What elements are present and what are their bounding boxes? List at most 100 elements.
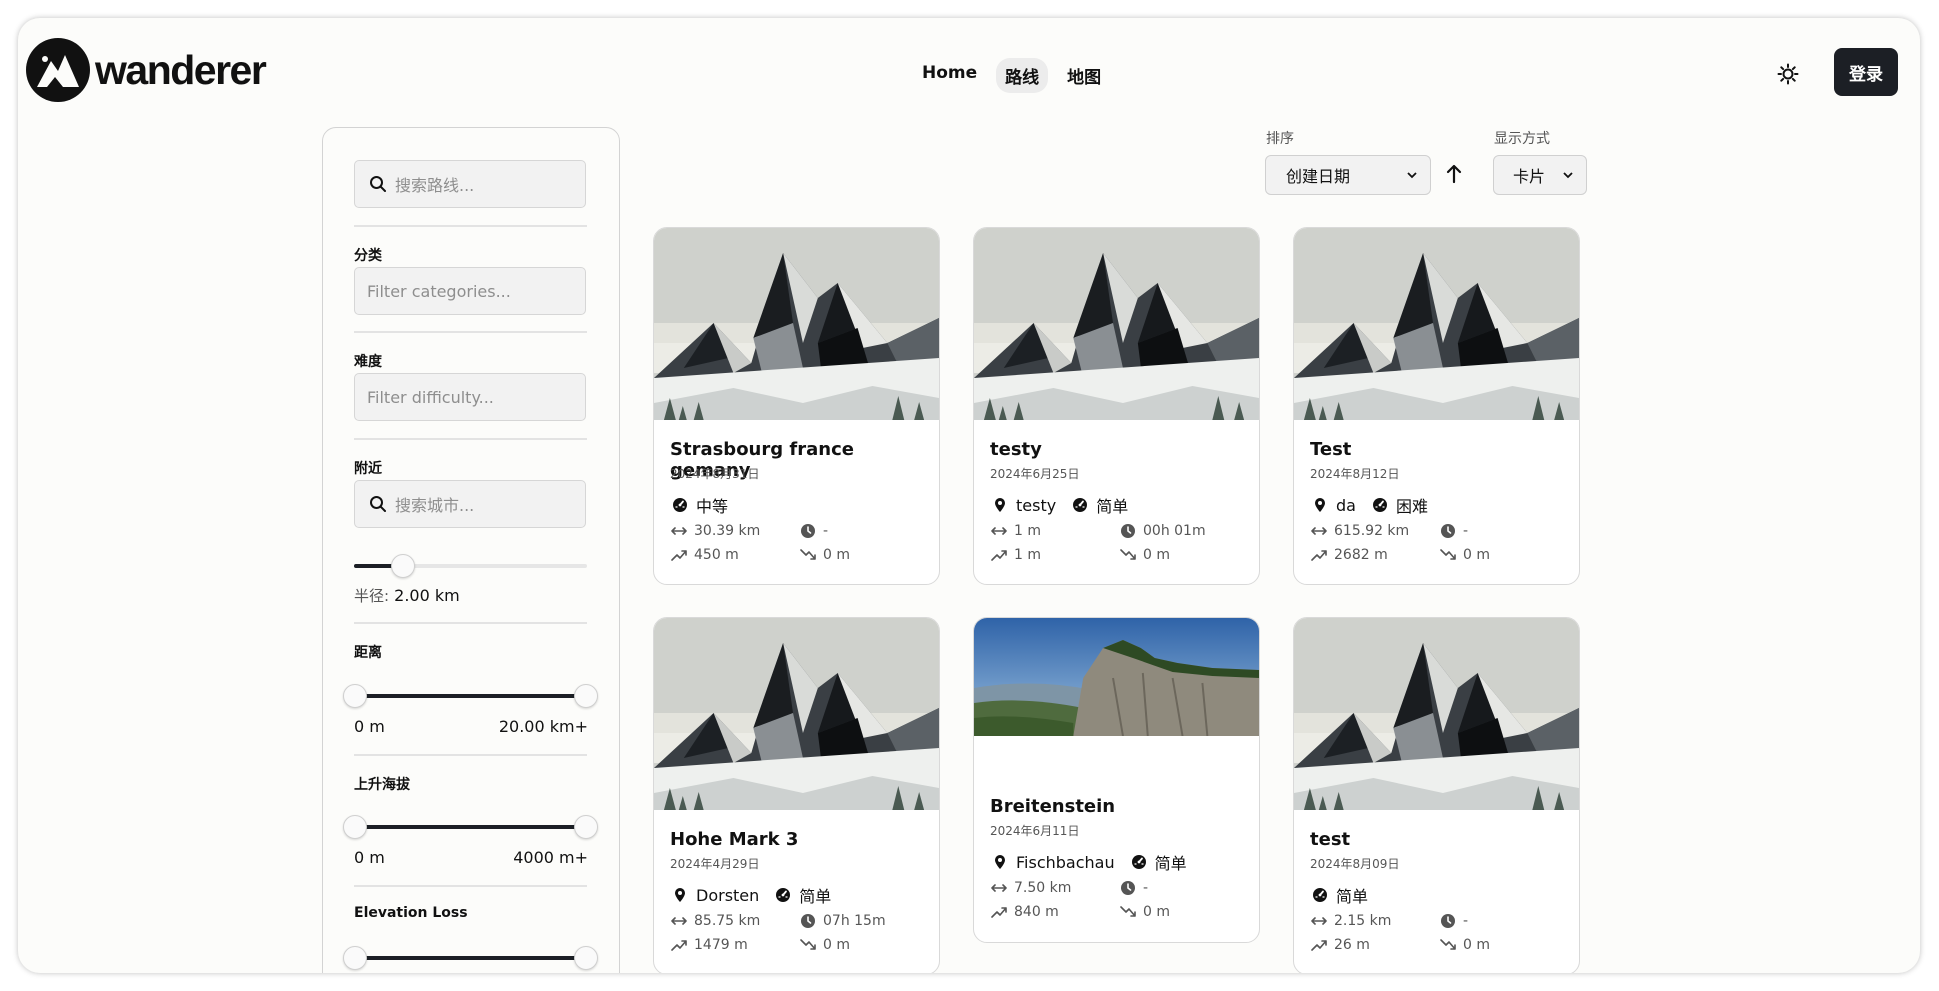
trail-difficulty: 困难 xyxy=(1395,497,1428,516)
difficulty-icon xyxy=(1129,852,1149,872)
distance-range-fill xyxy=(354,694,587,698)
elevation-loss-range-slider[interactable] xyxy=(343,946,598,970)
trail-loss-value: 0 m xyxy=(1463,547,1490,563)
sort-select[interactable]: 创建日期 xyxy=(1265,155,1431,195)
trail-loss: 0 m xyxy=(1439,937,1490,953)
category-filter-input[interactable]: Filter categories... xyxy=(354,267,586,315)
trail-image xyxy=(654,228,939,420)
city-search-input[interactable]: 搜索城市... xyxy=(354,480,586,528)
trending-up-icon xyxy=(1310,938,1328,952)
trail-loss: 0 m xyxy=(799,547,850,563)
logo-icon xyxy=(26,38,90,102)
trending-down-icon xyxy=(1439,938,1457,952)
difficulty-icon xyxy=(1370,495,1390,515)
location-pin-icon xyxy=(1310,495,1330,515)
trail-card[interactable]: Hohe Mark 3 2024年4月29日 Dorsten 简单 85.75 … xyxy=(653,617,940,973)
divider xyxy=(354,754,587,756)
location-pin-icon xyxy=(670,885,690,905)
trail-image xyxy=(974,228,1259,420)
trending-up-icon xyxy=(670,548,688,562)
distance-icon xyxy=(990,524,1008,538)
trail-distance: 85.75 km xyxy=(670,913,760,929)
trail-title: Hohe Mark 3 xyxy=(670,829,799,850)
trail-duration: 07h 15m xyxy=(799,913,886,929)
trail-difficulty: 简单 xyxy=(799,887,832,906)
arrow-up-icon[interactable] xyxy=(1443,163,1465,185)
trail-card[interactable]: Test 2024年8月12日 da 困难 615.92 km - 2682 m… xyxy=(1293,227,1580,585)
radius-slider-thumb[interactable] xyxy=(390,554,415,578)
trail-meta: testy 简单 xyxy=(990,493,1142,517)
nav-home[interactable]: Home xyxy=(913,58,986,93)
clock-icon xyxy=(1119,881,1137,895)
trail-meta: 简单 xyxy=(1310,883,1382,907)
trail-image xyxy=(1294,228,1579,420)
radius-readout: 半径: 2.00 km xyxy=(354,585,460,606)
distance-range-slider[interactable] xyxy=(343,684,598,708)
logo[interactable]: wanderer xyxy=(26,38,267,102)
trail-photo xyxy=(974,618,1259,736)
trending-down-icon xyxy=(1439,548,1457,562)
trail-distance-value: 30.39 km xyxy=(694,523,761,539)
city-search-placeholder: 搜索城市... xyxy=(395,496,475,515)
trail-distance: 1 m xyxy=(990,523,1041,539)
distance-min-thumb[interactable] xyxy=(343,684,367,708)
trail-distance-value: 615.92 km xyxy=(1334,523,1410,539)
trail-loss-value: 0 m xyxy=(1143,547,1170,563)
elevation-loss-min-thumb[interactable] xyxy=(343,946,367,970)
difficulty-icon xyxy=(773,885,793,905)
trail-gain: 26 m xyxy=(1310,937,1370,953)
distance-icon xyxy=(1310,914,1328,928)
radius-label: 半径: xyxy=(354,587,390,605)
radius-value: 2.00 km xyxy=(394,586,460,605)
trail-date: 2024年4月29日 xyxy=(670,857,760,871)
trail-gain: 2682 m xyxy=(1310,547,1388,563)
trail-loss-value: 0 m xyxy=(1143,904,1170,920)
elevation-gain-range-slider[interactable] xyxy=(343,815,598,839)
elevation-gain-min-thumb[interactable] xyxy=(343,815,367,839)
trail-gain-value: 1 m xyxy=(1014,547,1041,563)
trail-distance: 30.39 km xyxy=(670,523,760,539)
trail-meta: 中等 xyxy=(670,493,742,517)
trail-duration: - xyxy=(1119,880,1148,896)
distance-icon xyxy=(670,524,688,538)
trail-image xyxy=(654,618,939,810)
trail-gain-value: 2682 m xyxy=(1334,547,1388,563)
trail-location: testy xyxy=(1016,495,1057,515)
trail-date: 2024年6月11日 xyxy=(990,824,1080,838)
clock-icon xyxy=(1439,914,1457,928)
trending-up-icon xyxy=(670,938,688,952)
elevation-gain-max-thumb[interactable] xyxy=(574,815,598,839)
app-window: wanderer Home 路线 地图 登录 搜索路线... 分类 Filter… xyxy=(18,18,1920,973)
nearby-label: 附近 xyxy=(354,461,382,477)
nav-trails[interactable]: 路线 xyxy=(996,58,1049,93)
elevation-loss-max-thumb[interactable] xyxy=(574,946,598,970)
trail-search-input[interactable]: 搜索路线... xyxy=(354,160,586,208)
distance-max-thumb[interactable] xyxy=(574,684,598,708)
trending-down-icon xyxy=(799,938,817,952)
search-icon xyxy=(370,496,386,512)
radius-slider[interactable] xyxy=(354,554,587,578)
trail-card[interactable]: Strasbourg france gemany 2024年8月31日 中等 3… xyxy=(653,227,940,585)
trail-distance: 2.15 km xyxy=(1310,913,1391,929)
sun-icon[interactable] xyxy=(1772,58,1804,90)
trail-date: 2024年8月09日 xyxy=(1310,857,1400,871)
trail-card[interactable]: testy 2024年6月25日 testy 简单 1 m 00h 01m 1 … xyxy=(973,227,1260,585)
trail-card[interactable]: Breitenstein 2024年6月11日 Fischbachau 简单 7… xyxy=(973,617,1260,943)
nav-map[interactable]: 地图 xyxy=(1058,58,1110,93)
location-pin-icon xyxy=(990,852,1010,872)
trail-duration: - xyxy=(1439,913,1468,929)
trail-loss: 0 m xyxy=(1119,904,1170,920)
display-select[interactable]: 卡片 xyxy=(1493,155,1587,195)
difficulty-filter-input[interactable]: Filter difficulty... xyxy=(354,373,586,421)
login-button[interactable]: 登录 xyxy=(1834,48,1898,96)
trail-duration: - xyxy=(1439,523,1468,539)
trail-difficulty: 简单 xyxy=(1154,854,1187,873)
trail-meta: Dorsten 简单 xyxy=(670,883,845,907)
trail-card[interactable]: test 2024年8月09日 简单 2.15 km - 26 m 0 m xyxy=(1293,617,1580,973)
elevation-gain-max-value: 4000 m+ xyxy=(513,848,588,867)
distance-icon xyxy=(670,914,688,928)
clock-icon xyxy=(1439,524,1457,538)
app-name: wanderer xyxy=(95,46,267,93)
sort-value: 创建日期 xyxy=(1286,167,1351,186)
trending-down-icon xyxy=(799,548,817,562)
